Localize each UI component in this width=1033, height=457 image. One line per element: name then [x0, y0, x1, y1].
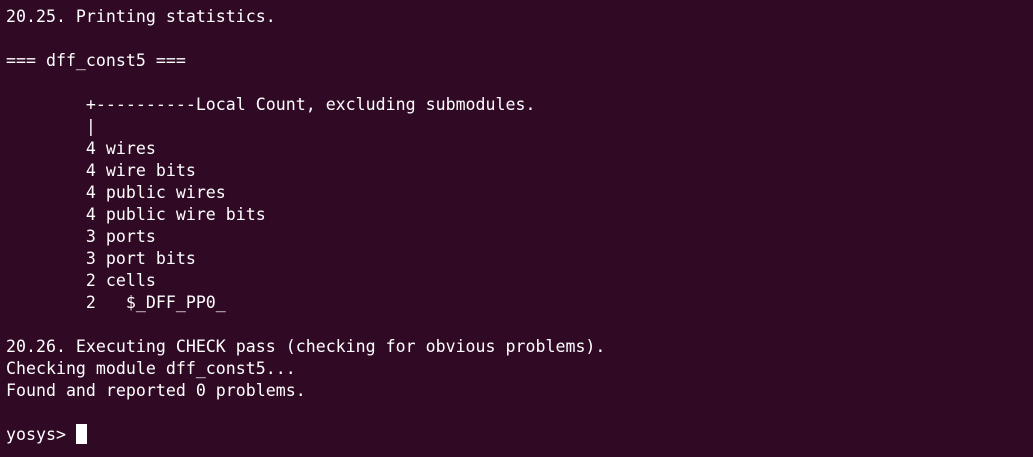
check-result-line: Found and reported 0 problems. [6, 381, 306, 400]
stat-wires: 4 wires [6, 139, 156, 158]
stat-port-bits: 3 port bits [6, 249, 196, 268]
stat-public-wires: 4 public wires [6, 183, 226, 202]
stat-public-wire-bits: 4 public wire bits [6, 205, 266, 224]
stat-wire-bits: 4 wire bits [6, 161, 196, 180]
check-module-line: Checking module dff_const5... [6, 359, 296, 378]
stat-cells: 2 cells [6, 271, 156, 290]
terminal-window[interactable]: 20.25. Printing statistics. === dff_cons… [0, 0, 1033, 457]
text-cursor [75, 424, 87, 444]
output-line: 20.25. Printing statistics. [6, 7, 276, 26]
check-pass-header: 20.26. Executing CHECK pass (checking fo… [6, 337, 606, 356]
stat-cell-type: 2 $_DFF_PP0_ [6, 293, 226, 312]
stats-divider: | [6, 117, 96, 136]
stat-ports: 3 ports [6, 227, 156, 246]
module-header: === dff_const5 === [6, 51, 186, 70]
shell-prompt: yosys> [6, 425, 76, 444]
stats-header: +----------Local Count, excluding submod… [6, 95, 536, 114]
prompt-line[interactable]: yosys> [6, 424, 1033, 446]
